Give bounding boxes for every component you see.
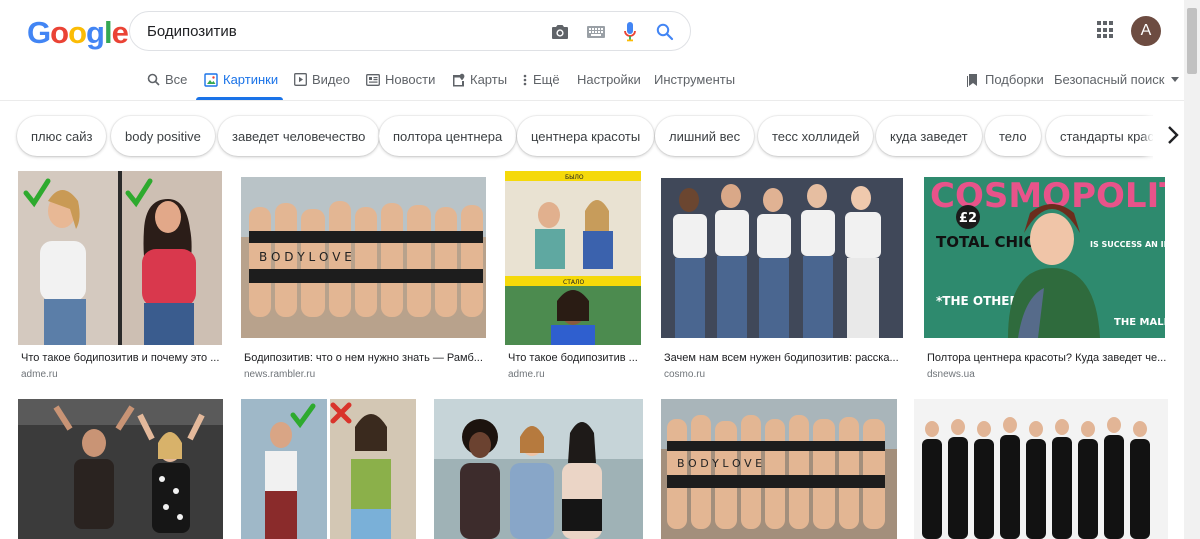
after-label: СТАЛО: [563, 279, 584, 286]
map-icon: [451, 73, 465, 87]
tab-label: Настройки: [577, 72, 641, 87]
caret-down-icon: [1171, 77, 1180, 82]
chip[interactable]: лишний вес: [655, 116, 755, 156]
body-love-text: B O D Y L O V E: [677, 457, 762, 470]
result-source: news.rambler.ru: [244, 369, 316, 380]
tab-images[interactable]: Картинки: [204, 72, 278, 87]
result-image[interactable]: [661, 178, 903, 338]
result-image[interactable]: B O D Y L O V E: [241, 177, 486, 338]
result-image[interactable]: [241, 399, 416, 539]
magazine-price: £2: [959, 211, 977, 226]
tab-more[interactable]: Ещё: [522, 72, 560, 87]
logo-letter: G: [27, 15, 51, 50]
keyboard-icon[interactable]: [585, 21, 607, 43]
result-image[interactable]: [18, 399, 223, 539]
logo-letter: e: [111, 15, 129, 50]
tab-label: Новости: [385, 72, 436, 87]
result-caption[interactable]: Бодипозитив: что о нем нужно знать — Рам…: [244, 352, 484, 364]
related-chips: плюс сайз body positive заведет человече…: [0, 113, 1184, 161]
search-icon[interactable]: [654, 21, 676, 43]
body-love-text: B O D Y L O V E: [259, 250, 352, 264]
result-image[interactable]: БЫЛО СТАЛО: [505, 171, 641, 345]
chip[interactable]: тесс холлидей: [758, 116, 874, 156]
magazine-male: THE MALE: [1114, 317, 1165, 328]
safe-search-label: Безопасный поиск: [1054, 72, 1165, 87]
tab-label: Карты: [470, 72, 508, 87]
chip[interactable]: плюс сайз: [17, 116, 107, 156]
chip[interactable]: центнера красоты: [517, 116, 655, 156]
logo-letter: g: [86, 15, 105, 50]
tab-label: Видео: [312, 72, 350, 87]
result-source: adme.ru: [21, 369, 58, 380]
chip[interactable]: заведет человечество: [218, 116, 380, 156]
chip[interactable]: тело: [985, 116, 1041, 156]
logo-letter: o: [50, 15, 69, 50]
scrollbar-thumb[interactable]: [1187, 8, 1197, 74]
magazine-side: IS SUCCESS AN ILLNESS?: [1090, 240, 1165, 249]
before-label: БЫЛО: [565, 174, 584, 181]
result-source: dsnews.ua: [927, 369, 975, 380]
collections-label: Подборки: [985, 72, 1044, 87]
result-caption[interactable]: Зачем нам всем нужен бодипозитив: расска…: [664, 352, 904, 364]
chip[interactable]: body positive: [111, 116, 215, 156]
tab-label: Ещё: [533, 72, 560, 87]
tab-label: Все: [165, 72, 188, 87]
news-icon: [366, 73, 380, 87]
chip[interactable]: куда заведет: [876, 116, 982, 156]
result-source: cosmo.ru: [664, 369, 706, 380]
tab-news[interactable]: Новости: [366, 72, 435, 87]
search-tabs: Все Картинки Видео Новости Карты Ещё Нас…: [0, 60, 1200, 101]
result-image[interactable]: [914, 399, 1168, 539]
more-vert-icon: [522, 73, 528, 87]
tab-all[interactable]: Все: [146, 72, 187, 87]
magazine-headline: TOTAL CHIC: [936, 233, 1035, 251]
search-icon: [146, 73, 160, 87]
bookmark-icon: [966, 73, 980, 87]
chevron-right-icon: [1167, 125, 1179, 150]
result-caption[interactable]: Что такое бодипозитив и почему это ...: [21, 352, 223, 364]
microphone-icon[interactable]: [619, 21, 641, 43]
active-tab-indicator: [196, 97, 283, 100]
result-caption[interactable]: Полтора центнера красоты? Куда заведет ч…: [927, 352, 1167, 364]
safe-search-dropdown[interactable]: Безопасный поиск: [1054, 72, 1180, 87]
avatar-initial: A: [1140, 22, 1152, 39]
result-image[interactable]: COSMOPOLITAN £2 TOTAL CHIC *THE OTHER LO…: [924, 177, 1165, 338]
tab-settings[interactable]: Настройки: [577, 72, 641, 87]
image-icon: [204, 72, 218, 87]
tab-label: Картинки: [223, 72, 279, 87]
logo-letter: o: [68, 15, 87, 50]
chip[interactable]: полтора центнера: [379, 116, 517, 156]
result-image[interactable]: B O D Y L O V E: [661, 399, 897, 539]
page-scrollbar[interactable]: [1184, 0, 1200, 539]
search-input[interactable]: [147, 12, 537, 50]
play-icon: [293, 73, 307, 87]
result-caption[interactable]: Что такое бодипозитив ...: [508, 352, 648, 364]
tab-label: Инструменты: [654, 72, 736, 87]
result-image[interactable]: [434, 399, 643, 539]
result-image[interactable]: [18, 171, 222, 345]
apps-grid-icon[interactable]: [1097, 21, 1115, 39]
collections-link[interactable]: Подборки: [966, 72, 1044, 87]
tab-maps[interactable]: Карты: [451, 72, 507, 87]
tab-video[interactable]: Видео: [293, 72, 350, 87]
tab-tools[interactable]: Инструменты: [654, 72, 735, 87]
google-logo[interactable]: Google: [27, 15, 129, 51]
result-source: adme.ru: [508, 369, 545, 380]
logo-letter: l: [103, 15, 113, 50]
camera-icon[interactable]: [549, 21, 571, 43]
search-box: [129, 11, 691, 51]
account-avatar[interactable]: A: [1131, 16, 1161, 46]
